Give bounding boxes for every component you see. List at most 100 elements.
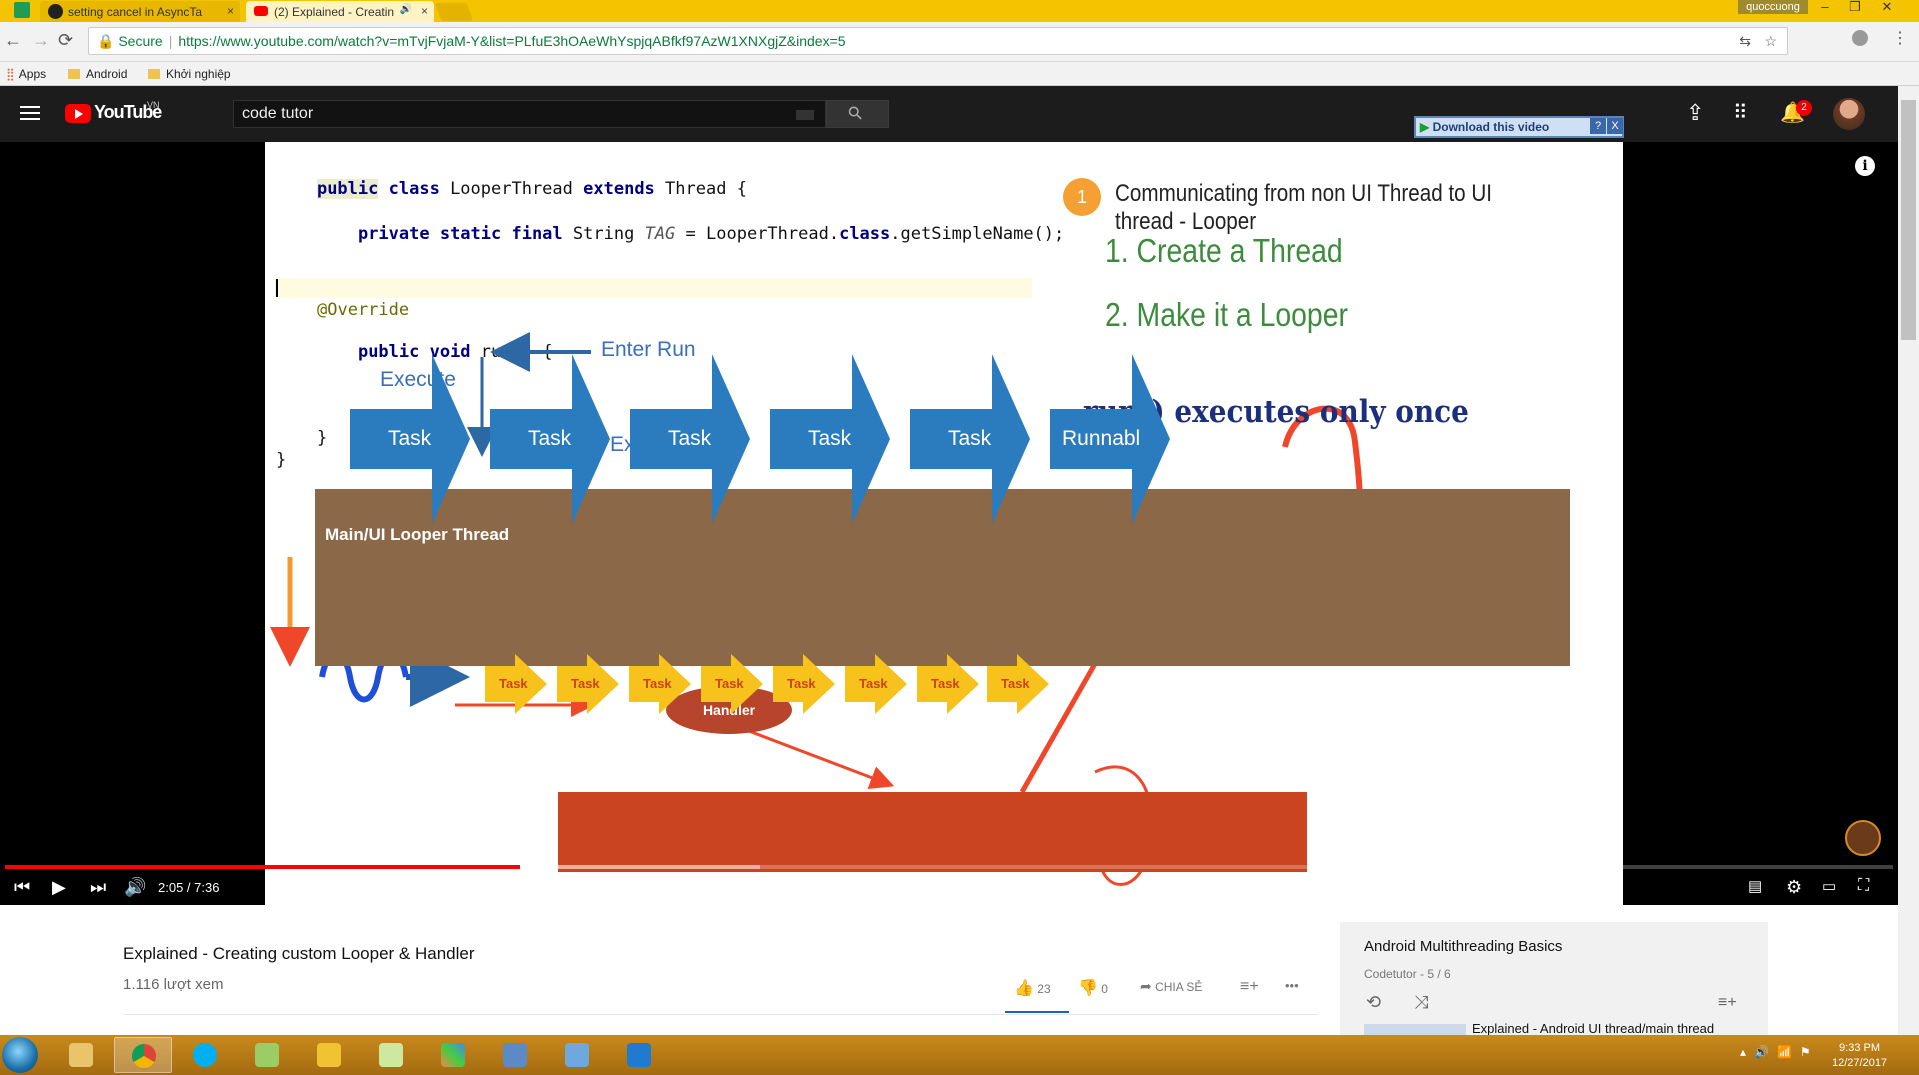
search-button[interactable] — [826, 100, 889, 128]
save-playlist-icon[interactable]: ≡+ — [1718, 994, 1737, 1012]
bookmark-khoi-nghiep[interactable]: Khởi nghiệp — [148, 67, 231, 81]
video-frame[interactable]: public class LooperThread extends Thread… — [265, 142, 1623, 905]
taskbar-vscode[interactable] — [610, 1037, 668, 1073]
search-input[interactable]: code tutor — [233, 100, 826, 128]
taskbar-notepad[interactable] — [238, 1037, 296, 1073]
photos-icon — [565, 1043, 589, 1067]
share-icon: ➦ — [1140, 978, 1152, 994]
tab-close-button[interactable]: × — [227, 4, 234, 18]
download-label: Download this video — [1432, 120, 1550, 134]
thumbs-down-icon: 👎 — [1078, 980, 1098, 997]
playlist-item-thumbnail[interactable] — [1364, 1024, 1466, 1035]
time-display: 2:05 / 7:36 — [158, 880, 220, 895]
fullscreen-icon[interactable]: ⛶ — [1858, 877, 1869, 895]
next-icon[interactable]: ⏭ — [90, 877, 106, 898]
taskbar-remote[interactable] — [486, 1037, 544, 1073]
bookmark-apps[interactable]: ⣿ Apps — [6, 67, 46, 81]
bookmark-android[interactable]: Android — [68, 67, 127, 81]
bookmark-star-icon[interactable]: ☆ — [1764, 28, 1777, 54]
back-button[interactable]: ← — [4, 30, 22, 51]
upload-icon[interactable]: ⇪ — [1686, 100, 1704, 126]
reload-button[interactable]: ⟳ — [58, 30, 73, 51]
new-tab-button[interactable] — [434, 3, 474, 21]
close-window-button[interactable]: ✕ — [1872, 0, 1902, 16]
taskbar-android-studio[interactable] — [300, 1037, 358, 1073]
taskbar-app[interactable] — [362, 1037, 420, 1073]
vscode-icon — [627, 1043, 651, 1067]
minimize-button[interactable]: – — [1810, 0, 1840, 16]
add-to-playlist-button[interactable]: ≡+ — [1240, 978, 1259, 996]
info-icon[interactable]: i — [1855, 156, 1875, 176]
address-bar[interactable]: 🔒 Secure | https://www.youtube.com/watch?v… — [88, 27, 1788, 55]
thumbs-up-icon: 👍 — [1014, 980, 1034, 997]
previous-icon[interactable]: ⏮ — [14, 877, 30, 898]
play-icon[interactable]: ▶ — [52, 877, 66, 898]
divider — [123, 1014, 1318, 1015]
like-count: 23 — [1037, 982, 1051, 996]
bookmark-label: Apps — [18, 67, 47, 81]
extension-icon[interactable] — [1852, 30, 1868, 46]
chrome-menu-icon[interactable]: ⋮ — [1892, 28, 1908, 48]
clock[interactable]: 9:33 PM 12/27/2017 — [1832, 1041, 1887, 1071]
like-button[interactable]: 👍 23 — [1014, 978, 1051, 998]
apps-icon[interactable]: ⠿ — [1733, 100, 1748, 125]
youtube-logo-icon[interactable] — [65, 104, 91, 123]
volume-icon[interactable]: 🔊 — [124, 877, 146, 898]
avatar[interactable] — [1833, 98, 1865, 130]
tab-title: (2) Explained - Creatin — [274, 5, 395, 19]
hamburger-menu-icon[interactable] — [20, 106, 40, 120]
share-button[interactable]: ➦ CHIA SẺ — [1140, 978, 1202, 995]
taskbar-skype[interactable] — [176, 1037, 234, 1073]
audio-icon[interactable]: 🔊 — [400, 4, 412, 15]
taskbar-explorer[interactable] — [52, 1037, 110, 1073]
taskbar-photos[interactable] — [548, 1037, 606, 1073]
start-button[interactable] — [2, 1037, 38, 1073]
loop-playlist-icon[interactable]: ⟲ — [1366, 992, 1381, 1013]
skype-icon — [193, 1043, 217, 1067]
queue-task-label: Task — [715, 676, 744, 691]
profile-badge[interactable]: quoccuong — [1738, 0, 1808, 14]
playlist-meta[interactable]: Codetutor - 5 / 6 — [1364, 967, 1451, 981]
playlist-title[interactable]: Android Multithreading Basics — [1364, 938, 1562, 955]
play-icon: ▶ — [1420, 120, 1430, 134]
folder-icon — [68, 69, 80, 79]
notepad-icon — [255, 1043, 279, 1067]
dislike-button[interactable]: 👎 0 — [1078, 978, 1108, 998]
translate-icon[interactable]: ⇆ — [1739, 28, 1751, 54]
maximize-button[interactable]: ❐ — [1840, 0, 1870, 16]
taskbar-sketch[interactable] — [424, 1037, 482, 1073]
tab-github[interactable]: setting cancel in AsyncTa × — [40, 1, 240, 22]
queue-arrows — [485, 654, 1049, 714]
theater-mode-icon[interactable]: ▭ — [1822, 877, 1836, 895]
keyboard-icon[interactable] — [796, 110, 814, 120]
browser-toolbar: ← → ⟳ 🔒 Secure | https://www.youtube.com/w… — [0, 22, 1919, 62]
queue-task-label: Task — [1001, 676, 1030, 691]
remote-desktop-icon — [503, 1043, 527, 1067]
youtube-header: YouTube VN code tutor — [0, 86, 1919, 142]
phone-app-icon — [379, 1043, 403, 1067]
queue-task-label: Task — [859, 676, 888, 691]
download-help-button[interactable]: ? — [1590, 118, 1606, 134]
subtitles-icon[interactable]: ▤ — [1748, 877, 1762, 895]
system-tray[interactable]: ▴🔊📶⚑ — [1740, 1045, 1819, 1059]
playlist-item-title[interactable]: Explained - Android UI thread/main threa… — [1472, 1021, 1714, 1036]
download-close-button[interactable]: X — [1607, 118, 1623, 134]
sheets-app-icon[interactable] — [14, 2, 30, 18]
tab-close-button[interactable]: × — [421, 4, 428, 18]
view-count: 1.116 lượt xem — [123, 976, 224, 993]
tab-title: setting cancel in AsyncTa — [68, 5, 203, 19]
queue-task-label: Task — [499, 676, 528, 691]
taskbar-chrome[interactable] — [114, 1037, 172, 1073]
bookmarks-bar: ⣿ Apps Android Khởi nghiệp — [0, 62, 1919, 86]
shuffle-icon[interactable]: ⤨ — [1414, 992, 1428, 1013]
url-text: https://www.youtube.com/watch?v=mTvjFvja… — [178, 33, 846, 49]
forward-button[interactable]: → — [32, 30, 50, 51]
more-actions-button[interactable]: ••• — [1285, 978, 1299, 993]
folder-icon — [148, 69, 160, 79]
channel-watermark[interactable] — [1845, 820, 1881, 856]
tab-youtube[interactable]: (2) Explained - Creatin 🔊 × — [246, 1, 434, 22]
page-scroll-thumb[interactable] — [1901, 100, 1916, 340]
like-ratio-bar — [1005, 1011, 1069, 1013]
settings-gear-icon[interactable]: ⚙ — [1786, 877, 1802, 898]
queue-task-label: Task — [787, 676, 816, 691]
